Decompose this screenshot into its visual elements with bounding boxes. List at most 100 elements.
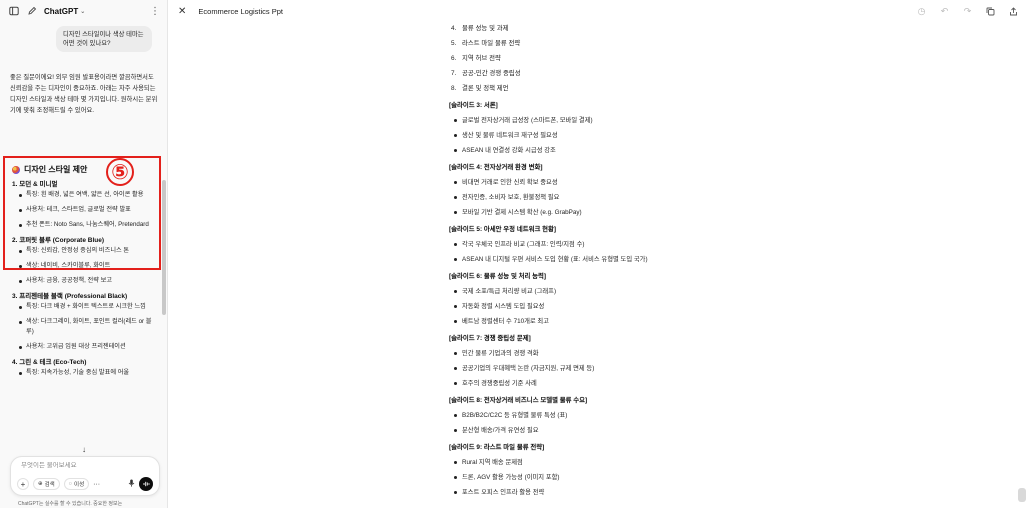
user-message: 디자인 스타일이나 색상 테마는 어떤 것이 있나요? xyxy=(56,26,152,52)
close-icon[interactable]: ✕ xyxy=(178,6,186,17)
search-label: 검색 xyxy=(44,482,55,488)
section-title: 디자인 스타일 제안 xyxy=(12,164,87,175)
slide-bullet: 비대면 거래로 인한 신뢰 확보 중요성 xyxy=(454,175,779,190)
style-item: 3. 프리젠테블 블랙 (Professional Black) 특징: 다크 … xyxy=(12,292,158,352)
style-point: 특징: 흰 배경, 넓은 여백, 얇은 선, 아이콘 활용 xyxy=(19,190,158,200)
toc-number: 8. xyxy=(451,85,457,92)
canvas-header: ✕ Ecommerce Logistics Ppt ◷ ↶ ↷ xyxy=(168,0,1029,22)
composer-tools: + ⊕ 검색 ◌ 이성 ··· xyxy=(17,477,153,491)
slide-heading: [슬라이드 4: 전자상거래 환경 변화] xyxy=(449,164,543,171)
annotation-badge: ⑤ xyxy=(106,158,134,186)
toc-number: 6. xyxy=(451,55,457,62)
style-point: 추천 폰트: Noto Sans, 나눔스퀘어, Pretendard xyxy=(19,220,158,230)
style-point: 사용처: 테크, 스타트업, 글로벌 전략 발표 xyxy=(19,205,158,215)
slide-heading: [슬라이드 6: 물류 성능 및 처리 능력] xyxy=(449,273,547,280)
document-scrollbar[interactable] xyxy=(1018,488,1026,502)
toc-text: 공공-민간 경쟁 중립성 xyxy=(462,70,521,77)
sidebar-toggle-icon[interactable] xyxy=(8,6,19,17)
toc-number: 5. xyxy=(451,40,457,47)
app-title: ChatGPT xyxy=(44,6,79,16)
style-point: 사용처: 고위급 임원 대상 프리젠테이션 xyxy=(19,342,158,352)
chat-header: ChatGPT ⌄ ⋮ xyxy=(0,0,167,22)
style-item: 2. 코퍼릿 블루 (Corporate Blue) 특징: 신뢰감, 안정성 … xyxy=(12,236,158,286)
slide-bullets: 글로벌 전자상거래 급성장 (스마트폰, 모바일 결제) 생산 및 물류 네트워… xyxy=(449,113,779,158)
palette-icon xyxy=(12,165,20,174)
slide-bullet: Rural 지역 배송 문제점 xyxy=(454,455,779,470)
slide-heading: [슬라이드 3: 서론] xyxy=(449,102,498,109)
canvas-actions: ◷ ↶ ↷ xyxy=(916,6,1019,17)
style-item: 1. 모던 & 미니멀 특징: 흰 배경, 넓은 여백, 얇은 선, 아이콘 활… xyxy=(12,180,158,230)
toc-item: 5. 라스트 마일 물류 전략 xyxy=(449,36,779,51)
globe-icon: ⊕ xyxy=(38,481,43,487)
assistant-intro: 좋은 질문이에요! 외부 임원 발표용이라면 깔끔하면서도 신뢰감을 주는 디자… xyxy=(10,74,158,114)
slide-bullet: 모바일 기반 결제 시스템 확산 (e.g. GrabPay) xyxy=(454,205,779,220)
history-icon[interactable]: ◷ xyxy=(916,6,927,17)
microphone-icon[interactable] xyxy=(128,479,135,489)
style-title: 2. 코퍼릿 블루 (Corporate Blue) xyxy=(12,237,105,244)
section-title-text: 디자인 스타일 제안 xyxy=(24,165,88,174)
toc-item: 4. 물류 성능 및 과제 xyxy=(449,21,779,36)
chat-composer: + ⊕ 검색 ◌ 이성 ··· xyxy=(10,456,160,496)
style-title: 3. 프리젠테블 블랙 (Professional Black) xyxy=(12,293,128,300)
style-item: 4. 그린 & 테크 (Eco-Tech) 특징: 지속가능성, 기술 중심 발… xyxy=(12,358,158,378)
toc-number: 7. xyxy=(451,70,457,77)
toc-item: 7. 공공-민간 경쟁 중립성 xyxy=(449,66,779,81)
slide-bullets: 민간 물류 기업과의 경쟁 격화 공공기업의 우대혜택 논란 (자금지원, 규제… xyxy=(449,346,779,391)
chat-input[interactable] xyxy=(21,462,151,469)
attach-button[interactable]: + xyxy=(17,478,29,490)
slide-bullet: B2B/B2C/C2C 등 유형별 물류 특성 (표) xyxy=(454,408,779,423)
copy-icon[interactable] xyxy=(985,6,996,17)
new-chat-icon[interactable] xyxy=(26,6,37,17)
redo-icon[interactable]: ↷ xyxy=(962,6,973,17)
slide-bullets: Rural 지역 배송 문제점 드론, AGV 활용 가능성 (이미지 포함) … xyxy=(449,455,779,500)
reason-button[interactable]: ◌ 이성 xyxy=(63,478,90,490)
style-point: 특징: 지속가능성, 기술 중심 발표에 어울 xyxy=(19,368,158,378)
toc-item: 6. 지역 허브 전략 xyxy=(449,51,779,66)
slide-bullet: ASEAN 내 디지털 우편 서비스 도입 현황 (표: 서비스 유형별 도입 … xyxy=(454,252,779,267)
slide-bullets: 국제 소포/특급 처리량 비교 (그래프) 자동화 정렬 시스템 도입 필요성 … xyxy=(449,284,779,329)
toc-item: 8. 결론 및 정책 제언 xyxy=(449,81,779,96)
slide-bullet: 전자인증, 소비자 보호, 환불정책 필요 xyxy=(454,190,779,205)
slide-bullet: 호주의 경쟁중립성 기준 사례 xyxy=(454,376,779,391)
model-selector[interactable]: ChatGPT ⌄ xyxy=(44,7,85,16)
style-point: 사용처: 금융, 공공정책, 전략 보고 xyxy=(19,276,158,286)
voice-mode-button[interactable] xyxy=(139,477,153,491)
slide-bullet: 자동화 정렬 시스템 도입 필요성 xyxy=(454,299,779,314)
chat-panel: ChatGPT ⌄ ⋮ 디자인 스타일이나 색상 테마는 어떤 것이 있나요? … xyxy=(0,0,168,508)
style-point: 색상: 네이비, 스카이블루, 화이트 xyxy=(19,261,158,271)
slide-bullets: B2B/B2C/C2C 등 유형별 물류 특성 (표) 분산형 배송/가격 유연… xyxy=(449,408,779,438)
slide-bullet: 글로벌 전자상거래 급성장 (스마트폰, 모바일 결제) xyxy=(454,113,779,128)
toc-text: 지역 허브 전략 xyxy=(462,55,501,62)
search-button[interactable]: ⊕ 검색 xyxy=(33,478,60,490)
slide-bullet: 생산 및 물류 네트워크 재구성 필요성 xyxy=(454,128,779,143)
more-options-icon[interactable]: ⋮ xyxy=(150,6,160,17)
toc-number: 4. xyxy=(451,25,457,32)
undo-icon[interactable]: ↶ xyxy=(939,6,950,17)
toc-text: 물류 성능 및 과제 xyxy=(462,25,509,32)
toc-text: 라스트 마일 물류 전략 xyxy=(462,40,521,47)
disclaimer-text: ChatGPT는 실수를 할 수 있습니다. 중요한 정보는 xyxy=(18,501,123,507)
document-body[interactable]: 4. 물류 성능 및 과제 5. 라스트 마일 물류 전략 6. 지역 허브 전략 7… xyxy=(449,21,779,500)
slide-heading: [슬라이드 8: 전자상거래 비즈니스 모델별 물류 수요] xyxy=(449,397,588,404)
slide-bullet: 포스트 오피스 인프라 활용 전략 xyxy=(454,485,779,500)
reason-label: 이성 xyxy=(74,482,85,488)
chat-scrollbar[interactable] xyxy=(162,180,166,315)
slide-bullet: 드론, AGV 활용 가능성 (이미지 포함) xyxy=(454,470,779,485)
toc-text: 결론 및 정책 제언 xyxy=(462,85,509,92)
slide-bullet: 민간 물류 기업과의 경쟁 격화 xyxy=(454,346,779,361)
slide-heading: [슬라이드 5: 아세안 우정 네트워크 현황] xyxy=(449,226,557,233)
slide-bullet: 베트남 정렬센터 수 710개로 최고 xyxy=(454,314,779,329)
style-title: 1. 모던 & 미니멀 xyxy=(12,181,58,188)
slide-bullet: 국제 소포/특급 처리량 비교 (그래프) xyxy=(454,284,779,299)
lightbulb-icon: ◌ xyxy=(68,481,73,487)
slide-bullets: 각국 우체국 인프라 비교 (그래프: 인력/지점 수) ASEAN 내 디지털… xyxy=(449,237,779,267)
style-title: 4. 그린 & 테크 (Eco-Tech) xyxy=(12,359,87,366)
document-title: Ecommerce Logistics Ppt xyxy=(198,6,284,16)
slide-bullet: ASEAN 내 연결성 강화 시급성 강조 xyxy=(454,143,779,158)
slide-bullet: 각국 우체국 인프라 비교 (그래프: 인력/지점 수) xyxy=(454,237,779,252)
style-point: 색상: 다크그레이, 화이트, 포인트 컬러(레드 or 블루) xyxy=(19,317,158,337)
slide-heading: [슬라이드 7: 경쟁 중립성 문제] xyxy=(449,335,531,342)
more-tools-button[interactable]: ··· xyxy=(93,481,100,488)
scroll-down-arrow-icon[interactable]: ↓ xyxy=(82,445,86,454)
share-icon[interactable] xyxy=(1008,6,1019,17)
